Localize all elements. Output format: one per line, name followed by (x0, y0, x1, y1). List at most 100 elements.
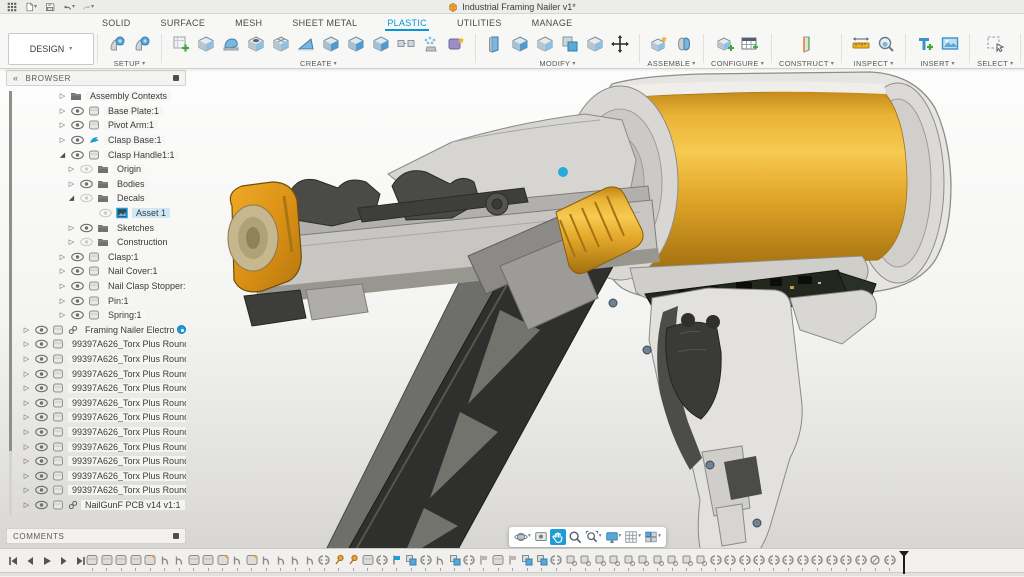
model-handle[interactable] (609, 288, 876, 561)
measure-icon[interactable] (849, 32, 873, 56)
expand-arrow-icon[interactable]: ▷ (22, 428, 31, 436)
panel-options-icon[interactable] (173, 75, 179, 81)
timeline-feature-grpB-icon[interactable] (449, 553, 461, 567)
expand-arrow-icon[interactable]: ▷ (22, 413, 31, 421)
visibility-eye-icon[interactable] (70, 281, 85, 291)
tree-item[interactable]: ▷Spring:1 (6, 308, 186, 323)
expand-arrow-icon[interactable]: ▷ (58, 253, 67, 261)
timeline-feature-docO-icon[interactable] (246, 553, 258, 567)
setup-machine-icon[interactable] (105, 32, 129, 56)
loft-icon[interactable] (294, 32, 318, 56)
toolbar-group-label[interactable]: ASSEMBLE▾ (647, 59, 695, 68)
visibility-eye-icon[interactable] (79, 164, 94, 174)
tree-item[interactable]: ▷99397A626_Torx Plus Roundec... (6, 352, 186, 367)
tree-item[interactable]: ▷99397A626_Torx Plus Roundec... (6, 366, 186, 381)
timeline-scrollbar[interactable] (0, 572, 1024, 576)
visibility-eye-icon[interactable] (79, 237, 94, 247)
timeline-feature-joint-icon[interactable] (884, 553, 896, 567)
timeline-feature-joint-icon[interactable] (768, 553, 780, 567)
visibility-eye-icon[interactable] (34, 354, 49, 364)
expand-arrow-icon[interactable]: ▷ (22, 340, 31, 348)
tree-item[interactable]: ▷Base Plate:1 (6, 104, 186, 119)
toolbar-group-label[interactable]: CREATE▾ (300, 59, 337, 68)
timeline-feature-joint-icon[interactable] (463, 553, 475, 567)
timeline-feature-joint-icon[interactable] (724, 553, 736, 567)
comments-options-icon[interactable] (173, 533, 179, 539)
viewports-icon[interactable]: ▾ (643, 529, 662, 545)
fit-icon[interactable]: ▾ (584, 529, 603, 545)
insert-asset-icon[interactable] (444, 32, 468, 56)
toolbar-group-label[interactable]: CONSTRUCT▾ (779, 59, 834, 68)
tree-item[interactable]: ▷99397A626_Torx Plus Roundec... (6, 483, 186, 498)
tree-item[interactable]: ▷99397A626_Torx Plus Roundec... (6, 410, 186, 425)
extrude-icon[interactable] (194, 32, 218, 56)
insert-decal-icon[interactable] (938, 32, 962, 56)
expand-arrow-icon[interactable]: ▷ (58, 311, 67, 319)
timeline-feature-grp-icon[interactable] (666, 553, 678, 567)
visibility-eye-icon[interactable] (34, 485, 49, 495)
visibility-eye-icon[interactable] (79, 179, 94, 189)
timeline-feature-grp-icon[interactable] (579, 553, 591, 567)
timeline-feature-joint-icon[interactable] (753, 553, 765, 567)
visibility-eye-icon[interactable] (34, 442, 49, 452)
app-grid-icon[interactable] (6, 1, 18, 12)
toolbar-group-label[interactable]: SETUP▾ (114, 59, 146, 68)
step-back-icon[interactable] (23, 554, 37, 567)
timeline-feature-pin-icon[interactable] (333, 553, 345, 567)
tree-item[interactable]: ▷99397A626_Torx Plus Roundec... (6, 395, 186, 410)
new-component-icon[interactable] (647, 32, 671, 56)
timeline-feature-body-icon[interactable] (304, 553, 316, 567)
pan-icon[interactable] (550, 529, 566, 545)
visibility-eye-icon[interactable] (70, 120, 85, 130)
timeline-feature-grpB-icon[interactable] (405, 553, 417, 567)
visibility-eye-icon[interactable] (34, 383, 49, 393)
orbit-icon[interactable]: ▾ (513, 529, 532, 545)
tree-item[interactable]: ▷NailGunF PCB v14 v1:1 (6, 498, 186, 513)
tree-item[interactable]: ◢Decals (6, 191, 186, 206)
timeline-feature-circ-icon[interactable] (869, 553, 881, 567)
expand-arrow-icon[interactable]: ▷ (22, 399, 31, 407)
visibility-eye-icon[interactable] (70, 106, 85, 116)
shell-icon[interactable] (533, 32, 557, 56)
step-forward-icon[interactable] (57, 554, 71, 567)
timeline-feature-comp-icon[interactable] (202, 553, 214, 567)
timeline-feature-comp-icon[interactable] (188, 553, 200, 567)
mirror-icon[interactable] (394, 32, 418, 56)
visibility-eye-icon[interactable] (70, 252, 85, 262)
insert-derive-icon[interactable] (913, 32, 937, 56)
timeline-feature-joint-icon[interactable] (797, 553, 809, 567)
expand-arrow-icon[interactable]: ▷ (22, 457, 31, 465)
timeline-playhead[interactable] (903, 551, 905, 574)
expand-arrow-icon[interactable]: ◢ (58, 151, 67, 159)
visibility-eye-icon[interactable] (34, 471, 49, 481)
timeline-feature-joint-icon[interactable] (318, 553, 330, 567)
timeline-feature-joint-icon[interactable] (826, 553, 838, 567)
tree-item[interactable]: ▷Clasp:1 (6, 250, 186, 265)
go-to-start-icon[interactable] (6, 554, 20, 567)
volumetric-lattice-icon[interactable] (419, 32, 443, 56)
timeline-feature-grpB-icon[interactable] (521, 553, 533, 567)
timeline-feature-grp-icon[interactable] (695, 553, 707, 567)
timeline-feature-joint-icon[interactable] (739, 553, 751, 567)
derive-3-icon[interactable] (369, 32, 393, 56)
browser-header[interactable]: « BROWSER (6, 70, 186, 86)
timeline-feature-joint-icon[interactable] (855, 553, 867, 567)
timeline-feature-body-icon[interactable] (434, 553, 446, 567)
toolbar-group-label[interactable]: INSERT▾ (920, 59, 954, 68)
timeline-feature-flagB-icon[interactable] (391, 553, 403, 567)
model-nose-knob[interactable] (228, 182, 301, 292)
visibility-eye-icon[interactable] (34, 398, 49, 408)
visibility-eye-icon[interactable] (34, 339, 49, 349)
timeline-feature-grp-icon[interactable] (594, 553, 606, 567)
visibility-eye-icon[interactable] (98, 208, 113, 218)
timeline-feature-joint-icon[interactable] (811, 553, 823, 567)
timeline-feature-body-icon[interactable] (231, 553, 243, 567)
timeline-feature-grpB-icon[interactable] (536, 553, 548, 567)
expand-arrow-icon[interactable]: ▷ (67, 224, 76, 232)
expand-arrow-icon[interactable]: ◢ (67, 194, 76, 202)
visibility-eye-icon[interactable] (34, 412, 49, 422)
tree-item[interactable]: ▷Assembly Contexts (6, 89, 186, 104)
expand-arrow-icon[interactable]: ▷ (58, 107, 67, 115)
timeline-feature-pin-icon[interactable] (347, 553, 359, 567)
file-menu-icon[interactable]: ▾ (25, 1, 37, 12)
